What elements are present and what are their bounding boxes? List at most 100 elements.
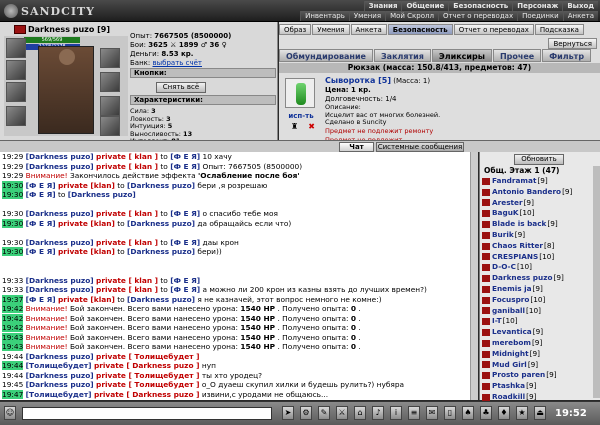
online-user[interactable]: merebom [9]	[482, 338, 594, 349]
exit-icon[interactable]: ⏏	[534, 406, 546, 420]
chat-nick-link[interactable]: [Ф Е Я]	[26, 219, 56, 228]
online-user[interactable]: Darkness puzo [9]	[482, 273, 594, 284]
online-user-name[interactable]: I-T	[492, 316, 502, 327]
chat-private-tag[interactable]: private [klan]	[58, 219, 115, 228]
menu-item[interactable]: Знания	[363, 1, 402, 11]
submenu-item[interactable]: Мой Скролл	[385, 11, 438, 21]
chat-private-tag[interactable]: private [ Толищебудет ]	[96, 380, 199, 389]
chat-nick-link[interactable]: [Darkness puzo]	[26, 399, 94, 400]
chat-nick-link[interactable]: [Darkness puzo]	[26, 380, 94, 389]
online-user-name[interactable]: Blade is back	[492, 219, 546, 230]
online-user[interactable]: Fandramat [9]	[482, 176, 594, 187]
inventory-tab[interactable]: Заклятия	[373, 49, 431, 62]
chat-private-tag[interactable]: private [ klan ]	[96, 276, 158, 285]
online-user-name[interactable]: Levantica	[492, 327, 532, 338]
chat-nick-link[interactable]: [Ф Е Я]	[170, 285, 200, 294]
chat-private-tag[interactable]: private [klan]	[58, 295, 115, 304]
chat-private-tag[interactable]: private [ Толищебудет ]	[96, 352, 199, 361]
menu-item[interactable]: Персонаж	[512, 1, 563, 11]
tab-system-messages[interactable]: Системные сообщения	[376, 142, 464, 152]
online-user[interactable]: Levantica [9]	[482, 327, 594, 338]
online-user[interactable]: Enemis ja [9]	[482, 284, 594, 295]
chat-nick-link[interactable]: [Ф Е Я]	[26, 247, 56, 256]
online-user-name[interactable]: merebom	[492, 338, 531, 349]
chart-icon[interactable]: ♦	[498, 406, 510, 420]
online-user-name[interactable]: D-O-C	[492, 262, 516, 273]
online-user-name[interactable]: Darkness puzo	[492, 273, 552, 284]
smiley-icon[interactable]: ☺	[4, 406, 16, 420]
stats-section-header[interactable]: Характеристики:	[130, 95, 276, 105]
chat-private-tag[interactable]: private [ Darkness puzo ]	[94, 361, 200, 370]
item-image[interactable]	[285, 78, 315, 108]
profile-tab[interactable]: Отчет о переводах	[453, 24, 534, 35]
online-user-name[interactable]: Focuspro	[492, 295, 529, 306]
chat-nick-link[interactable]: [Толищебудет]	[26, 390, 92, 399]
online-user-name[interactable]: Arester	[492, 198, 523, 209]
online-user[interactable]: Ptashka [9]	[482, 381, 594, 392]
chat-nick-link[interactable]: [Darkness puzo]	[127, 181, 195, 190]
buttons-section-header[interactable]: Кнопки:	[130, 68, 276, 78]
menu-item[interactable]: Выход	[562, 1, 598, 11]
submenu-item[interactable]: Анкета	[562, 11, 598, 21]
chat-nick-link[interactable]: [Darkness puzo]	[127, 295, 195, 304]
menu-item[interactable]: Безопасность	[448, 1, 513, 11]
chat-nick-link[interactable]: [Ф Е Я]	[170, 238, 200, 247]
fight-icon[interactable]: ⚔	[336, 406, 348, 420]
chat-nick-link[interactable]: [Darkness puzo]	[26, 162, 94, 171]
online-user[interactable]: Mud Girl [9]	[482, 360, 594, 371]
submenu-item[interactable]: Отчет о переводах	[437, 11, 518, 21]
tab-chat[interactable]: Чат	[339, 142, 374, 152]
online-user-name[interactable]: CRESPIANS	[492, 252, 538, 263]
chat-private-tag[interactable]: private [ Толищебудет ]	[96, 399, 199, 400]
chat-nick-link[interactable]: [Darkness puzo]	[127, 219, 195, 228]
character-name[interactable]: Darkness puzo [9]	[28, 25, 110, 34]
online-user[interactable]: Antonio Bandero [9]	[482, 187, 594, 198]
mail-icon[interactable]: ✉	[426, 406, 438, 420]
chat-input[interactable]	[22, 407, 272, 420]
profile-tab[interactable]: Подсказка	[534, 24, 584, 35]
chat-nick-link[interactable]: [Толищебудет]	[26, 361, 92, 370]
return-button[interactable]: Вернуться	[548, 38, 597, 49]
chat-private-tag[interactable]: private [ klan ]	[96, 285, 158, 294]
profile-tab[interactable]: Безопасность	[387, 24, 453, 35]
chat-nick-link[interactable]: [Darkness puzo]	[127, 247, 195, 256]
chat-nick-link[interactable]: [Darkness puzo]	[68, 190, 136, 199]
online-user-name[interactable]: BaguK	[492, 208, 519, 219]
online-user-name[interactable]: Chaos Ritter	[492, 241, 543, 252]
online-user[interactable]: Chaos Ritter [8]	[482, 241, 594, 252]
submenu-item[interactable]: Инвентарь	[300, 11, 349, 21]
chat-private-tag[interactable]: private [ klan ]	[96, 162, 158, 171]
chat-nick-link[interactable]: [Darkness puzo]	[26, 209, 94, 218]
online-user-name[interactable]: Ptashka	[492, 381, 525, 392]
online-user[interactable]: I-T [10]	[482, 316, 594, 327]
inventory-tab[interactable]: Эликсиры	[431, 49, 492, 62]
chat-nick-link[interactable]: [Darkness puzo]	[26, 238, 94, 247]
star-icon[interactable]: ★	[516, 406, 528, 420]
chat-private-tag[interactable]: private [klan]	[58, 247, 115, 256]
online-user[interactable]: CRESPIANS [10]	[482, 252, 594, 263]
map-icon[interactable]: ⌂	[354, 406, 366, 420]
online-user[interactable]: Burik [9]	[482, 230, 594, 241]
lock-icon[interactable]: ♠	[462, 406, 474, 420]
drop-icon[interactable]: ♜	[291, 122, 298, 131]
bank-select-link[interactable]: выбрать счёт	[153, 59, 203, 67]
online-user-name[interactable]: Antonio Bandero	[492, 187, 561, 198]
chat-nick-link[interactable]: [Darkness puzo]	[26, 352, 94, 361]
online-user-name[interactable]: Burik	[492, 230, 514, 241]
shield-slot[interactable]	[100, 96, 120, 116]
online-user[interactable]: BaguK [10]	[482, 208, 594, 219]
online-scrollbar[interactable]	[593, 166, 600, 398]
filter-icon[interactable]: ⚙	[300, 406, 312, 420]
online-user-name[interactable]: Midnight	[492, 349, 529, 360]
chat-private-tag[interactable]: private [klan]	[58, 181, 115, 190]
armor-slot[interactable]	[6, 106, 26, 126]
online-user[interactable]: Arester [9]	[482, 198, 594, 209]
remove-all-button[interactable]: Снять всё	[156, 82, 206, 93]
profile-tab[interactable]: Образ	[279, 24, 312, 35]
chat-nick-link[interactable]: [Ф Е Я]	[170, 276, 200, 285]
online-user[interactable]: Prosto paren [9]	[482, 370, 594, 381]
refresh-button[interactable]: Обновить	[514, 154, 564, 165]
online-user[interactable]: Focuspro [10]	[482, 295, 594, 306]
use-item-button[interactable]: исп-ть	[281, 112, 321, 120]
chat-nick-link[interactable]: [Darkness puzo]	[26, 371, 94, 380]
